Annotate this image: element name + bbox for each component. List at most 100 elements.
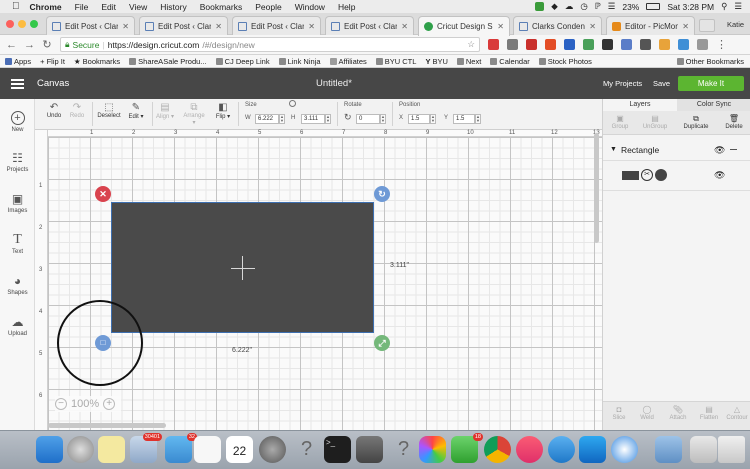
height-input[interactable]: 3.111 xyxy=(301,114,325,124)
notification-center-icon[interactable]: ☰ xyxy=(734,1,742,12)
dropbox-status-icon[interactable]: ◆ xyxy=(551,1,558,12)
browser-tab[interactable]: Edit Post ‹ Clarks✕ xyxy=(46,16,135,35)
apple-icon[interactable]:  xyxy=(12,1,20,12)
menu-people[interactable]: People xyxy=(255,2,281,12)
spotlight-icon[interactable]: ⚲ xyxy=(721,1,727,12)
traffic-light-close[interactable] xyxy=(6,20,14,28)
bookmark-next[interactable]: Next xyxy=(456,57,481,66)
attach-button[interactable]: 📎︎ Attach xyxy=(663,405,693,421)
close-tab-icon[interactable]: ✕ xyxy=(682,22,689,31)
layer-group-row[interactable]: ▼ Rectangle 👁︎ xyxy=(603,139,750,161)
slice-button[interactable]: ◘ Slice xyxy=(604,405,634,421)
menu-view[interactable]: View xyxy=(129,2,147,12)
rotate-stepper[interactable]: ▲ ▼ xyxy=(380,114,386,124)
bookmark-star-icon[interactable]: ☆ xyxy=(467,39,475,50)
horizontal-scrollbar[interactable] xyxy=(48,423,166,428)
redo-button[interactable]: ↷ Redo xyxy=(67,102,87,119)
browser-tab[interactable]: Edit Post ‹ Clarks✕ xyxy=(139,16,228,35)
x-position-input[interactable]: 1.5 xyxy=(408,114,430,124)
extension-lightbulb-icon[interactable] xyxy=(659,39,670,50)
my-projects-button[interactable]: My Projects xyxy=(603,79,642,88)
clock[interactable]: Sat 3:28 PM xyxy=(667,2,714,12)
close-tab-icon[interactable]: ✕ xyxy=(589,22,596,31)
height-stepper[interactable]: ▲ ▼ xyxy=(325,114,331,124)
y-position-stepper[interactable]: ▲ ▼ xyxy=(475,114,481,124)
edit-dropdown[interactable]: ✎ Edit ▾ xyxy=(125,102,147,120)
extension-dark-icon[interactable] xyxy=(602,39,613,50)
caret-down-icon[interactable]: ▼ xyxy=(610,146,617,153)
trash-icon[interactable] xyxy=(718,436,745,463)
evernote-icon[interactable] xyxy=(583,39,594,50)
bookmark-byu[interactable]: Y BYU xyxy=(425,57,447,66)
url-input[interactable]: 🔒︎ Secure | https://design.cricut.com/#/… xyxy=(60,37,480,52)
lock-icon[interactable]: 🔒︎ xyxy=(65,39,70,50)
document-title[interactable]: Untitled* xyxy=(316,78,352,89)
close-tab-icon[interactable]: ✕ xyxy=(497,22,504,31)
menu-app-name[interactable]: Chrome xyxy=(30,2,62,12)
downloads-folder-icon[interactable] xyxy=(655,436,682,463)
make-it-button[interactable]: Make It xyxy=(678,76,744,91)
browser-tab[interactable]: Edit Post ‹ Clarks✕ xyxy=(325,16,414,35)
arrange-dropdown[interactable]: ⧉ Arrange ▾ xyxy=(181,102,207,126)
teamviewer-icon[interactable] xyxy=(548,436,575,463)
upload-button[interactable]: ☁ Upload xyxy=(0,315,35,337)
safari-icon[interactable] xyxy=(611,436,638,463)
terminal-icon[interactable]: >_ xyxy=(324,436,351,463)
bookmark-calendar[interactable]: Calendar xyxy=(490,57,530,66)
tab-layers[interactable]: Layers xyxy=(603,99,677,111)
flatten-button[interactable]: ▤ Flatten xyxy=(694,405,724,421)
extension-a-icon[interactable] xyxy=(488,39,499,50)
align-dropdown[interactable]: ▤ Align ▾ xyxy=(154,102,176,120)
photos-icon[interactable] xyxy=(419,436,446,463)
bookmark-flip-it[interactable]: + Flip It xyxy=(40,57,65,66)
extension-blue2-icon[interactable] xyxy=(621,39,632,50)
screenshot-stack-icon[interactable] xyxy=(690,436,717,463)
evernote-status-icon[interactable] xyxy=(535,2,545,11)
profile-name[interactable]: Katie xyxy=(727,20,744,29)
menu-window[interactable]: Window xyxy=(295,2,325,12)
flip-dropdown[interactable]: ◧ Flip ▾ xyxy=(213,102,233,120)
wifi-icon[interactable]: ☰ xyxy=(608,1,616,12)
unknown-app-icon[interactable]: ? xyxy=(293,436,320,463)
text-button[interactable]: T Text xyxy=(0,233,35,256)
messages-icon[interactable]: 32 xyxy=(165,433,197,463)
weld-button[interactable]: ◯ Weld xyxy=(632,405,662,421)
chrome-menu-icon[interactable]: ⋮ xyxy=(716,38,727,51)
reminders-icon[interactable] xyxy=(194,436,221,463)
bookmark-cj-deep-link[interactable]: CJ Deep Link xyxy=(215,57,270,66)
eye-icon[interactable]: 👁︎ xyxy=(714,145,725,156)
contour-button[interactable]: △ Contour xyxy=(722,405,750,421)
extension-lightblue-icon[interactable] xyxy=(678,39,689,50)
vertical-scrollbar[interactable] xyxy=(594,133,599,243)
save-button[interactable]: Save xyxy=(653,79,670,88)
deselect-button[interactable]: ⬚ Deselect xyxy=(95,102,123,119)
close-tab-icon[interactable]: ✕ xyxy=(308,22,315,31)
bookmark-shareasale[interactable]: ShareASale Produ... xyxy=(129,57,207,66)
menu-edit[interactable]: Edit xyxy=(101,2,116,12)
duplicate-button[interactable]: ⧉ Duplicate xyxy=(681,114,711,130)
x-position-stepper[interactable]: ▲ ▼ xyxy=(430,114,436,124)
reload-icon[interactable]: ↻ xyxy=(42,38,52,51)
extension-blue-icon[interactable] xyxy=(564,39,575,50)
y-position-input[interactable]: 1.5 xyxy=(453,114,475,124)
collapse-icon[interactable] xyxy=(730,149,737,150)
finder-icon[interactable] xyxy=(36,436,63,463)
chrome-icon[interactable] xyxy=(484,436,511,463)
bookmark-other-bookmarks[interactable]: Other Bookmarks xyxy=(676,57,750,66)
menu-help[interactable]: Help xyxy=(338,2,355,12)
bookmark-apps[interactable]: Apps xyxy=(5,57,31,66)
back-icon[interactable]: ← xyxy=(6,39,17,51)
bookmark-byu-ctl[interactable]: BYU CTL xyxy=(375,57,416,66)
new-button[interactable]: + New xyxy=(0,111,35,133)
close-tab-icon[interactable]: ✕ xyxy=(122,22,129,31)
bookmark-affiliates[interactable]: Affiliates xyxy=(329,57,367,66)
battery-icon[interactable] xyxy=(646,3,661,10)
bluetooth-icon[interactable]: ℙ xyxy=(595,1,601,12)
bookmark-stock-photos[interactable]: Stock Photos xyxy=(538,57,592,66)
projects-button[interactable]: ☷ Projects xyxy=(0,151,35,173)
undo-button[interactable]: ↶ Undo xyxy=(44,102,64,119)
timemachine-status-icon[interactable]: ◷ xyxy=(580,1,587,12)
images-button[interactable]: ▣ Images xyxy=(0,192,35,214)
browser-tab[interactable]: Editor - PicMonke✕ xyxy=(606,16,695,35)
extension-pen-icon[interactable] xyxy=(507,39,518,50)
